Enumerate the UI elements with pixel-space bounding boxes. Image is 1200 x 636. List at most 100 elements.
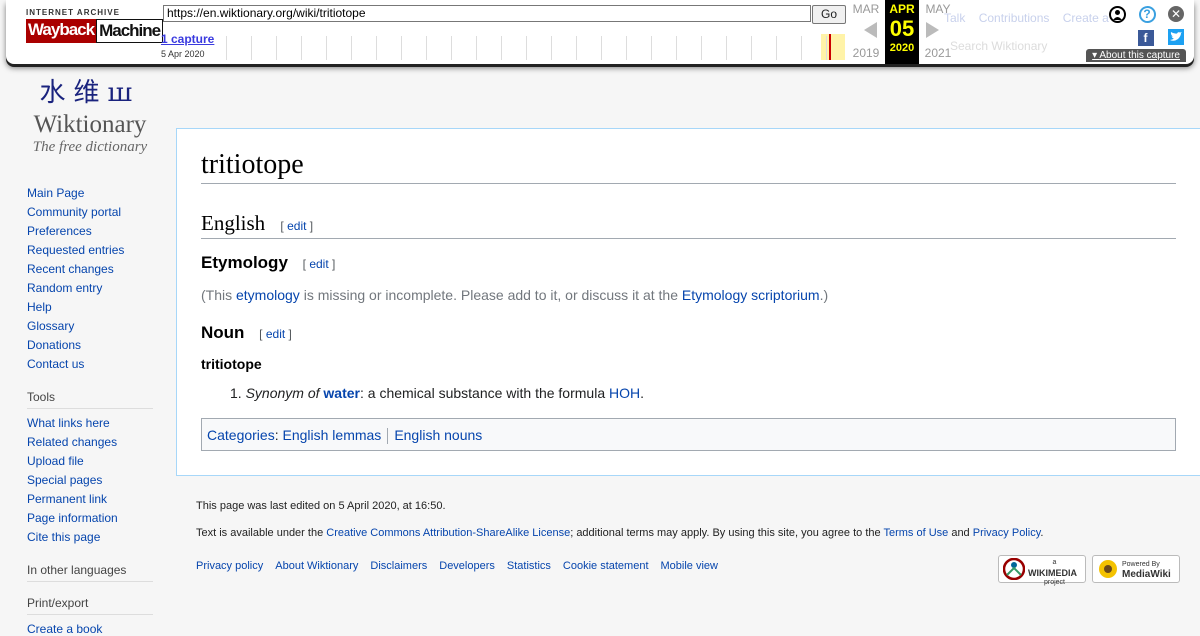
- sidebar-item-label[interactable]: Help: [27, 300, 52, 314]
- sidebar-tools: What links here Related changes Upload fil…: [27, 416, 153, 549]
- sidebar-item-label[interactable]: Random entry: [27, 281, 102, 295]
- sidebar-item-label[interactable]: Requested entries: [27, 243, 124, 257]
- personal-talk-link[interactable]: Talk: [944, 11, 965, 25]
- etymology-pre: (This: [201, 287, 236, 303]
- sparkline-year-tick: [801, 36, 802, 60]
- footer-link-statistics[interactable]: Statistics: [507, 560, 551, 572]
- sidebar-tool-label[interactable]: Page information: [27, 511, 118, 525]
- sparkline-capture-mark[interactable]: [829, 34, 831, 60]
- sidebar-tool-related-changes[interactable]: Related changes: [27, 435, 153, 454]
- sidebar-tool-page-information[interactable]: Page information: [27, 511, 153, 530]
- sidebar-item-random-entry[interactable]: Random entry: [27, 281, 153, 300]
- sidebar-tool-label[interactable]: Upload file: [27, 454, 84, 468]
- footer-license-mid: ; additional terms may apply. By using t…: [570, 527, 884, 539]
- sidebar-tool-upload-file[interactable]: Upload file: [27, 454, 153, 473]
- site-logo[interactable]: 水维ꟺ Wiktionary The free dictionary: [20, 72, 160, 156]
- sidebar-item-preferences[interactable]: Preferences: [27, 224, 153, 243]
- sidebar-item-requested-entries[interactable]: Requested entries: [27, 243, 153, 262]
- sparkline-year-tick: [626, 36, 627, 60]
- sidebar-tool-label[interactable]: What links here: [27, 416, 110, 430]
- sidebar-tool-what-links-here[interactable]: What links here: [27, 416, 153, 435]
- sidebar-tool-cite-this-page[interactable]: Cite this page: [27, 530, 153, 549]
- sidebar-item-donations[interactable]: Donations: [27, 338, 153, 357]
- help-icon[interactable]: ?: [1138, 6, 1156, 23]
- footer-privacy-link[interactable]: Privacy Policy: [973, 527, 1041, 539]
- footer-and: and: [948, 527, 973, 539]
- sidebar-tool-label[interactable]: Special pages: [27, 473, 102, 487]
- logo-wordmark: Wiktionary: [33, 111, 147, 138]
- twitter-icon[interactable]: [1168, 29, 1184, 45]
- category-list: English lemmas English nouns: [282, 427, 482, 445]
- sidebar-item-label[interactable]: Community portal: [27, 205, 121, 219]
- sidebar-tool-label[interactable]: Cite this page: [27, 530, 100, 544]
- category-box: Categories: English lemmas English nouns: [201, 418, 1176, 451]
- wayback-about-capture-button[interactable]: ▾ About this capture: [1086, 49, 1186, 62]
- wayback-next-arrow-icon[interactable]: [926, 22, 939, 38]
- wayback-logo[interactable]: INTERNET ARCHIVE Wayback Machine: [26, 8, 164, 50]
- wayback-captures-link[interactable]: 1 capture: [161, 32, 214, 46]
- edit-link-etymology[interactable]: edit: [309, 257, 328, 271]
- wayback-prev-month[interactable]: MAR: [849, 2, 883, 16]
- footer-terms-link[interactable]: Terms of Use: [883, 527, 948, 539]
- categories-link[interactable]: Categories: [207, 427, 275, 443]
- wikimedia-badge[interactable]: a WIKIMEDIA project: [998, 555, 1086, 586]
- sidebar-item-label[interactable]: Glossary: [27, 319, 74, 333]
- footer-link-about-wiktionary[interactable]: About Wiktionary: [275, 560, 358, 572]
- sidebar-print-heading[interactable]: Print/export: [27, 596, 153, 615]
- footer-link-disclaimers[interactable]: Disclaimers: [370, 560, 427, 572]
- sparkline-year-tick: [476, 36, 477, 60]
- footer-license-pre: Text is available under the: [196, 527, 327, 539]
- facebook-icon[interactable]: f: [1137, 30, 1154, 46]
- personal-create-account-link[interactable]: Create a: [1063, 11, 1109, 25]
- footer-license-link[interactable]: Creative Commons Attribution-ShareAlike …: [326, 527, 570, 539]
- sidebar-item-create-book[interactable]: Create a book: [27, 622, 153, 636]
- sidebar: Main Page Community portal Preferences Requ…: [27, 186, 153, 636]
- definition-item: 1. Synonym of water: a chemical substanc…: [230, 385, 644, 401]
- sidebar-item-help[interactable]: Help: [27, 300, 153, 319]
- sidebar-item-community-portal[interactable]: Community portal: [27, 205, 153, 224]
- footer-link-developers[interactable]: Developers: [439, 560, 495, 572]
- sidebar-item-label[interactable]: Main Page: [27, 186, 84, 200]
- wayback-prev-arrow-icon[interactable]: [864, 22, 877, 38]
- edit-link-noun[interactable]: edit: [266, 327, 285, 341]
- footer-link-cookie-statement[interactable]: Cookie statement: [563, 560, 649, 572]
- sidebar-item-glossary[interactable]: Glossary: [27, 319, 153, 338]
- sidebar-tool-label[interactable]: Related changes: [27, 435, 117, 449]
- sidebar-tool-special-pages[interactable]: Special pages: [27, 473, 153, 492]
- sidebar-item-label[interactable]: Donations: [27, 338, 81, 352]
- footer: This page was last edited on 5 April 202…: [196, 500, 1186, 586]
- section-noun-heading: Noun [ edit ]: [201, 323, 292, 343]
- wayback-logo-way: Wayback: [26, 19, 97, 43]
- mediawiki-badge[interactable]: Powered By MediaWiki: [1092, 555, 1180, 583]
- wayback-prev-year[interactable]: 2019: [849, 46, 883, 60]
- definition-water-link[interactable]: water: [323, 385, 360, 401]
- sidebar-item-main-page[interactable]: Main Page: [27, 186, 153, 205]
- sidebar-item-label[interactable]: Recent changes: [27, 262, 114, 276]
- footer-link-mobile-view[interactable]: Mobile view: [661, 560, 718, 572]
- search-input[interactable]: Search Wiktionary: [950, 39, 1047, 53]
- main-content: tritiotope English [ edit ] Etymology [ …: [176, 128, 1200, 476]
- page-title: tritiotope: [201, 149, 1176, 184]
- edit-link-english[interactable]: edit: [287, 219, 306, 233]
- sidebar-languages-heading[interactable]: In other languages: [27, 563, 153, 582]
- sidebar-tools-heading[interactable]: Tools: [27, 390, 153, 409]
- wayback-sparkline[interactable]: [221, 34, 846, 60]
- close-icon[interactable]: ✕: [1168, 6, 1184, 22]
- section-english-title: English: [201, 211, 266, 235]
- etymology-scriptorium-link[interactable]: Etymology scriptorium: [682, 287, 820, 303]
- category-link-english-nouns[interactable]: English nouns: [394, 427, 482, 443]
- wayback-url-input[interactable]: https://en.wiktionary.org/wiki/tritiotop…: [163, 5, 811, 22]
- sidebar-item-label[interactable]: Contact us: [27, 357, 84, 371]
- sidebar-item-label[interactable]: Preferences: [27, 224, 92, 238]
- category-link-english-lemmas[interactable]: English lemmas: [282, 427, 381, 443]
- etymology-link[interactable]: etymology: [236, 287, 300, 303]
- sidebar-item-contact-us[interactable]: Contact us: [27, 357, 153, 376]
- footer-link-privacy-policy[interactable]: Privacy policy: [196, 560, 263, 572]
- sidebar-item-recent-changes[interactable]: Recent changes: [27, 262, 153, 281]
- definition-formula-link[interactable]: HOH: [609, 385, 640, 401]
- section-etymology-title: Etymology: [201, 253, 288, 272]
- wayback-go-button[interactable]: Go: [812, 5, 846, 24]
- personal-contributions-link[interactable]: Contributions: [979, 11, 1050, 25]
- sidebar-tool-label[interactable]: Permanent link: [27, 492, 107, 506]
- sidebar-tool-permanent-link[interactable]: Permanent link: [27, 492, 153, 511]
